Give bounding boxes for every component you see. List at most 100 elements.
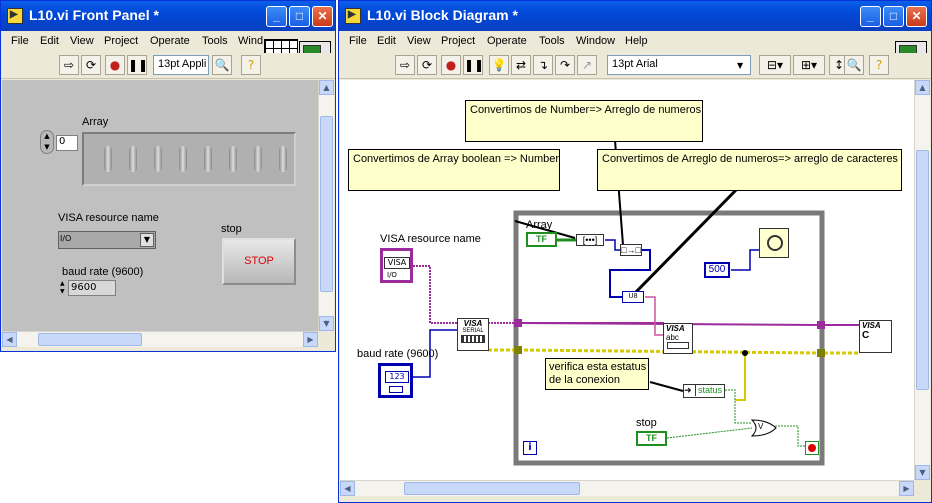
maximize-button[interactable]: □ <box>883 6 904 27</box>
visa-write-node[interactable]: VISA abc <box>663 323 693 354</box>
toggle-switch[interactable] <box>154 146 162 172</box>
chevron-down-icon[interactable]: ▼ <box>140 233 154 247</box>
highlight-execution-icon[interactable]: 💡 <box>489 55 509 75</box>
abort-icon[interactable]: ● <box>105 55 125 75</box>
comment-bool-to-number: Convertimos de Array boolean => Number <box>348 149 560 191</box>
menu-window[interactable]: Wind <box>238 35 263 47</box>
baud-rate-terminal-label: baud rate (9600) <box>357 348 439 360</box>
status-element-label: status <box>698 385 723 395</box>
toggle-switch[interactable] <box>254 146 262 172</box>
array-terminal[interactable]: TF <box>526 232 557 247</box>
number-to-bool-array-node[interactable]: □→□ <box>620 244 642 256</box>
run-arrow-icon[interactable]: ⇨ <box>395 55 415 75</box>
array-index-stepper[interactable]: ▲ ▼ <box>40 130 54 154</box>
search-icon[interactable]: 🔍 <box>844 55 864 75</box>
scroll-thumb[interactable] <box>916 150 929 390</box>
run-continuously-icon[interactable]: ⟳ <box>81 55 101 75</box>
scroll-down-icon[interactable]: ▼ <box>319 316 334 331</box>
search-icon[interactable]: 🔍 <box>212 55 232 75</box>
scroll-down-icon[interactable]: ▼ <box>915 465 930 480</box>
bool-to-number-node[interactable]: [•••] <box>576 234 604 246</box>
align-objects-icon[interactable]: ⊟▾ <box>759 55 791 75</box>
scroll-thumb[interactable] <box>320 116 333 292</box>
menu-project[interactable]: Project <box>441 35 475 47</box>
font-selector[interactable]: 13pt Appli <box>153 55 209 75</box>
array-label: Array <box>82 116 109 128</box>
menu-view[interactable]: View <box>407 35 431 47</box>
menu-edit[interactable]: Edit <box>40 35 59 47</box>
loop-condition-terminal[interactable] <box>805 441 819 455</box>
menu-file[interactable]: File <box>11 35 29 47</box>
array-terminal-label: Array <box>526 219 553 231</box>
minimize-button[interactable]: _ <box>266 6 287 27</box>
visa-close-node[interactable]: VISA C <box>859 320 892 353</box>
help-icon[interactable]: ? <box>241 55 261 75</box>
menu-operate[interactable]: Operate <box>487 35 527 47</box>
wait-ms-constant[interactable]: 500 <box>704 262 730 278</box>
menu-project[interactable]: Project <box>104 35 138 47</box>
scroll-left-icon[interactable]: ◀ <box>340 481 355 496</box>
baud-rate-terminal[interactable]: 123 <box>378 363 413 398</box>
front-panel-titlebar[interactable]: L10.vi Front Panel * _ □ ✕ <box>1 1 335 31</box>
distribute-objects-icon[interactable]: ⊞▾ <box>793 55 825 75</box>
chevron-down-icon[interactable]: ▼ <box>737 61 743 70</box>
array-of-switches[interactable] <box>82 132 296 186</box>
wait-timer-icon[interactable] <box>759 228 789 258</box>
close-button[interactable]: ✕ <box>312 6 333 27</box>
scroll-up-icon[interactable]: ▲ <box>319 80 334 95</box>
baud-rate-stepper[interactable]: ▲ ▼ <box>60 280 68 296</box>
scroll-left-icon[interactable]: ◀ <box>2 332 17 347</box>
block-diagram-vscroll[interactable]: ▲ ▼ <box>914 80 930 480</box>
visa-terminal-io: I/O <box>387 271 397 279</box>
toggle-switch[interactable] <box>279 146 287 172</box>
step-out-icon[interactable]: ↗ <box>577 55 597 75</box>
visa-configure-serial-node[interactable]: VISA SERIAL <box>457 318 489 351</box>
scroll-thumb[interactable] <box>38 333 142 346</box>
baud-terminal-u32 <box>389 386 403 393</box>
scroll-thumb[interactable] <box>404 482 580 495</box>
u8-convert-node[interactable]: U8 <box>622 291 644 303</box>
status-unbundle-node[interactable]: ➜ status <box>683 384 725 398</box>
menu-help[interactable]: Help <box>625 35 648 47</box>
run-continuously-icon[interactable]: ⟳ <box>417 55 437 75</box>
minimize-button[interactable]: _ <box>860 6 881 27</box>
block-diagram-hscroll[interactable]: ◀ ▶ <box>340 480 914 496</box>
pause-icon[interactable]: ❚❚ <box>127 55 148 75</box>
menu-operate[interactable]: Operate <box>150 35 190 47</box>
toggle-switch[interactable] <box>104 146 112 172</box>
stop-button[interactable]: STOP <box>222 238 296 285</box>
toggle-switch[interactable] <box>204 146 212 172</box>
menu-view[interactable]: View <box>70 35 94 47</box>
block-diagram-titlebar[interactable]: L10.vi Block Diagram * _ □ ✕ <box>339 1 931 31</box>
scroll-right-icon[interactable]: ▶ <box>899 481 914 496</box>
maximize-button[interactable]: □ <box>289 6 310 27</box>
pause-icon[interactable]: ❚❚ <box>463 55 484 75</box>
scroll-right-icon[interactable]: ▶ <box>303 332 318 347</box>
menu-window[interactable]: Window <box>576 35 615 47</box>
retain-wire-values-icon[interactable]: ⇄ <box>511 55 531 75</box>
baud-rate-field[interactable]: 9600 <box>68 280 116 296</box>
abort-icon[interactable]: ● <box>441 55 461 75</box>
run-arrow-icon[interactable]: ⇨ <box>59 55 79 75</box>
front-panel-vscroll[interactable]: ▲ ▼ <box>318 80 334 331</box>
visa-resource-dropdown[interactable]: I/O ▼ <box>58 231 156 249</box>
menu-tools[interactable]: Tools <box>202 35 228 47</box>
step-over-icon[interactable]: ↷ <box>555 55 575 75</box>
visa-resource-terminal[interactable]: VISA I/O <box>380 248 413 283</box>
toggle-switch[interactable] <box>229 146 237 172</box>
help-icon[interactable]: ? <box>869 55 889 75</box>
visa-serial-bar <box>461 335 485 343</box>
menu-tools[interactable]: Tools <box>539 35 565 47</box>
array-index-field[interactable]: 0 <box>56 135 78 151</box>
stop-terminal[interactable]: TF <box>636 431 667 446</box>
menu-file[interactable]: File <box>349 35 367 47</box>
step-into-icon[interactable]: ↴ <box>533 55 553 75</box>
close-button[interactable]: ✕ <box>906 6 927 27</box>
font-selector[interactable]: 13pt Arial <box>607 55 751 75</box>
visa-serial-line-2: SERIAL <box>462 328 484 334</box>
menu-edit[interactable]: Edit <box>377 35 396 47</box>
scroll-up-icon[interactable]: ▲ <box>915 80 930 95</box>
toggle-switch[interactable] <box>129 146 137 172</box>
front-panel-hscroll[interactable]: ◀ ▶ <box>2 331 318 347</box>
toggle-switch[interactable] <box>179 146 187 172</box>
